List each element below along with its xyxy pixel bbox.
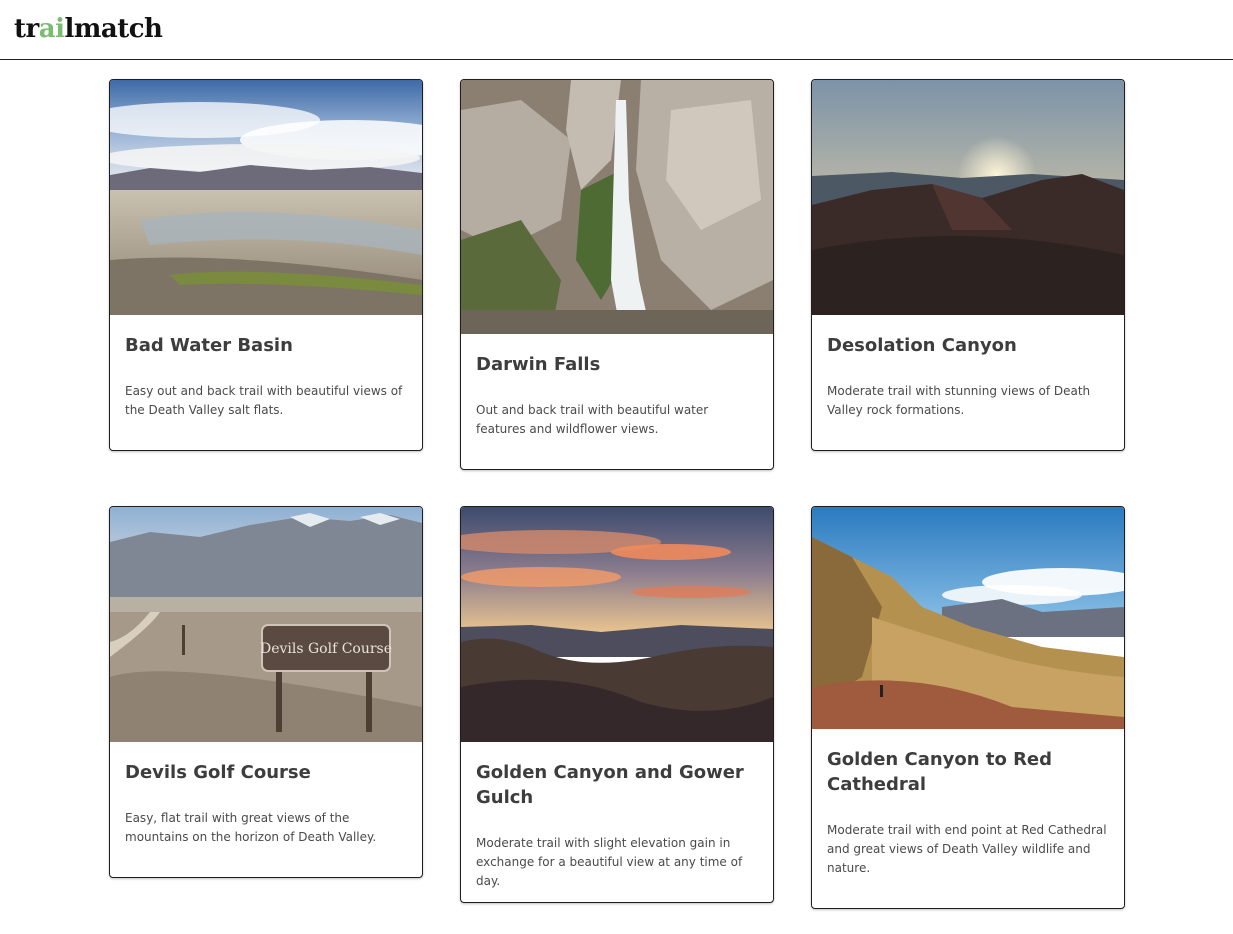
trail-title: Bad Water Basin (125, 335, 293, 356)
trail-description: Easy out and back trail with beautiful v… (125, 384, 403, 417)
trail-card-darwin-falls[interactable]: Darwin Falls Out and back trail with bea… (460, 79, 774, 470)
trail-card-golden-canyon-red-cathedral[interactable]: Golden Canyon to Red Cathedral Moderate … (811, 506, 1125, 909)
trail-title: Darwin Falls (476, 354, 601, 375)
golden-canyon-hiker-photo (812, 507, 1124, 729)
trail-card-golden-canyon-gower-gulch[interactable]: Golden Canyon and Gower Gulch Moderate t… (460, 506, 774, 903)
trail-title: Devils Golf Course (125, 762, 311, 783)
card-body: Golden Canyon and Gower Gulch Moderate t… (461, 742, 773, 891)
trail-card-devils-golf-course[interactable]: Devils Golf Course Devils Golf Course Ea… (109, 506, 423, 878)
badlands-sunset-photo (461, 507, 773, 742)
trail-title: Golden Canyon and Gower Gulch (476, 762, 744, 808)
waterfall-photo (461, 80, 773, 334)
trail-description: Moderate trail with stunning views of De… (827, 384, 1091, 417)
card-body: Bad Water Basin Easy out and back trail … (110, 315, 422, 420)
trailmatch-logo[interactable]: trailmatch (14, 14, 163, 44)
card-body: Golden Canyon to Red Cathedral Moderate … (812, 729, 1124, 878)
trail-card-bad-water-basin[interactable]: Bad Water Basin Easy out and back trail … (109, 79, 423, 451)
salt-flats-photo (110, 80, 422, 315)
sign-text: Devils Golf Course (260, 641, 392, 657)
desert-sunrise-photo (812, 80, 1124, 315)
trail-description: Moderate trail with end point at Red Cat… (827, 823, 1107, 875)
trail-title: Desolation Canyon (827, 335, 1017, 356)
trail-description: Out and back trail with beautiful water … (476, 403, 709, 436)
trail-description: Easy, flat trail with great views of the… (125, 811, 377, 844)
devils-golf-course-sign-photo: Devils Golf Course (110, 507, 422, 742)
trail-card-desolation-canyon[interactable]: Desolation Canyon Moderate trail with st… (811, 79, 1125, 451)
trail-title: Golden Canyon to Red Cathedral (827, 749, 1053, 795)
card-body: Devils Golf Course Easy, flat trail with… (110, 742, 422, 847)
card-body: Darwin Falls Out and back trail with bea… (461, 334, 773, 439)
site-header: trailmatch (0, 0, 1233, 60)
card-body: Desolation Canyon Moderate trail with st… (812, 315, 1124, 420)
trail-description: Moderate trail with slight elevation gai… (476, 836, 743, 888)
